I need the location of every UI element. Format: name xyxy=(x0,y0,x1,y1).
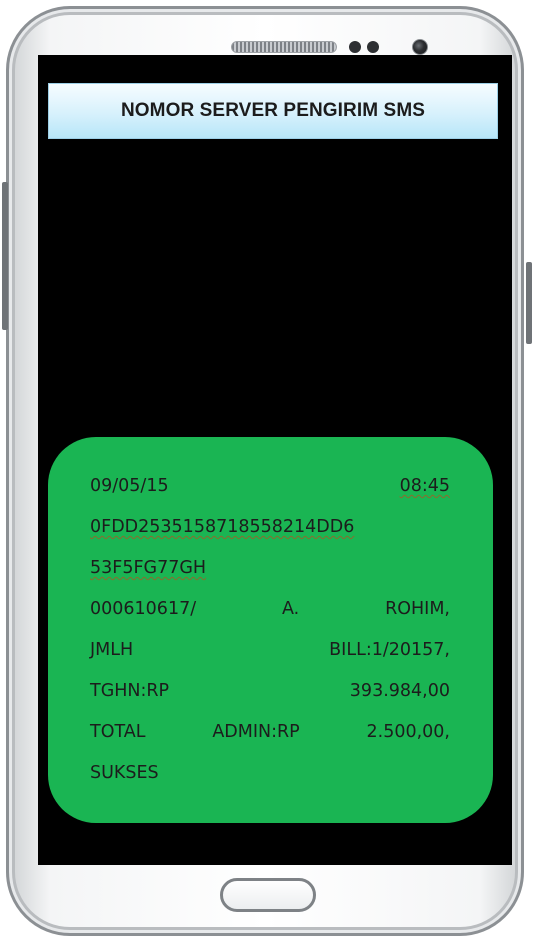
light-sensor-icon xyxy=(367,41,379,53)
proximity-sensor-icon xyxy=(349,41,361,53)
sms-message-bubble[interactable]: 09/05/15 08:45 0FDD2535158718558214DD6 5… xyxy=(48,437,493,823)
sms-customer-initial: A. xyxy=(281,599,300,619)
sms-line: 53F5FG77GH xyxy=(90,555,450,596)
sms-status: SUKSES xyxy=(90,763,159,783)
sms-line: 000610617/ A. ROHIM, xyxy=(90,596,450,637)
front-camera-icon xyxy=(412,39,428,55)
sms-message-body: 09/05/15 08:45 0FDD2535158718558214DD6 5… xyxy=(90,473,450,801)
phone-screen: NOMOR SERVER PENGIRIM SMS 09/05/15 08:45… xyxy=(38,55,512,865)
sms-line: TGHN:RP 393.984,00 xyxy=(90,678,450,719)
sms-reference-part-1: 0FDD2535158718558214DD6 xyxy=(90,517,355,537)
sms-line: JMLH BILL:1/20157, xyxy=(90,637,450,678)
sms-line: TOTAL ADMIN:RP 2.500,00, xyxy=(90,719,450,760)
sms-customer-name: ROHIM, xyxy=(385,599,450,619)
sms-amount-label: TGHN:RP xyxy=(90,681,170,701)
sms-line: 0FDD2535158718558214DD6 xyxy=(90,514,450,555)
sms-total-label: TOTAL xyxy=(90,722,146,742)
sms-line: 09/05/15 08:45 xyxy=(90,473,450,514)
sms-customer-id: 000610617/ xyxy=(90,599,197,619)
sms-bill-value: BILL:1/20157, xyxy=(329,640,450,660)
header-bar: NOMOR SERVER PENGIRIM SMS xyxy=(48,83,498,139)
home-button-icon[interactable] xyxy=(220,878,316,912)
sms-admin-value: 2.500,00, xyxy=(366,722,451,742)
volume-button[interactable] xyxy=(2,182,8,330)
sms-amount-value: 393.984,00 xyxy=(349,681,450,701)
sms-bill-label: JMLH xyxy=(90,640,134,660)
power-button[interactable] xyxy=(526,262,532,344)
sms-reference-part-2: 53F5FG77GH xyxy=(90,558,207,578)
sms-time: 08:45 xyxy=(399,476,450,496)
sms-date: 09/05/15 xyxy=(90,476,169,496)
sms-admin-label: ADMIN:RP xyxy=(212,722,300,742)
sms-line: SUKSES xyxy=(90,760,450,801)
earpiece-speaker-icon xyxy=(231,41,337,53)
page-title: NOMOR SERVER PENGIRIM SMS xyxy=(120,100,426,121)
